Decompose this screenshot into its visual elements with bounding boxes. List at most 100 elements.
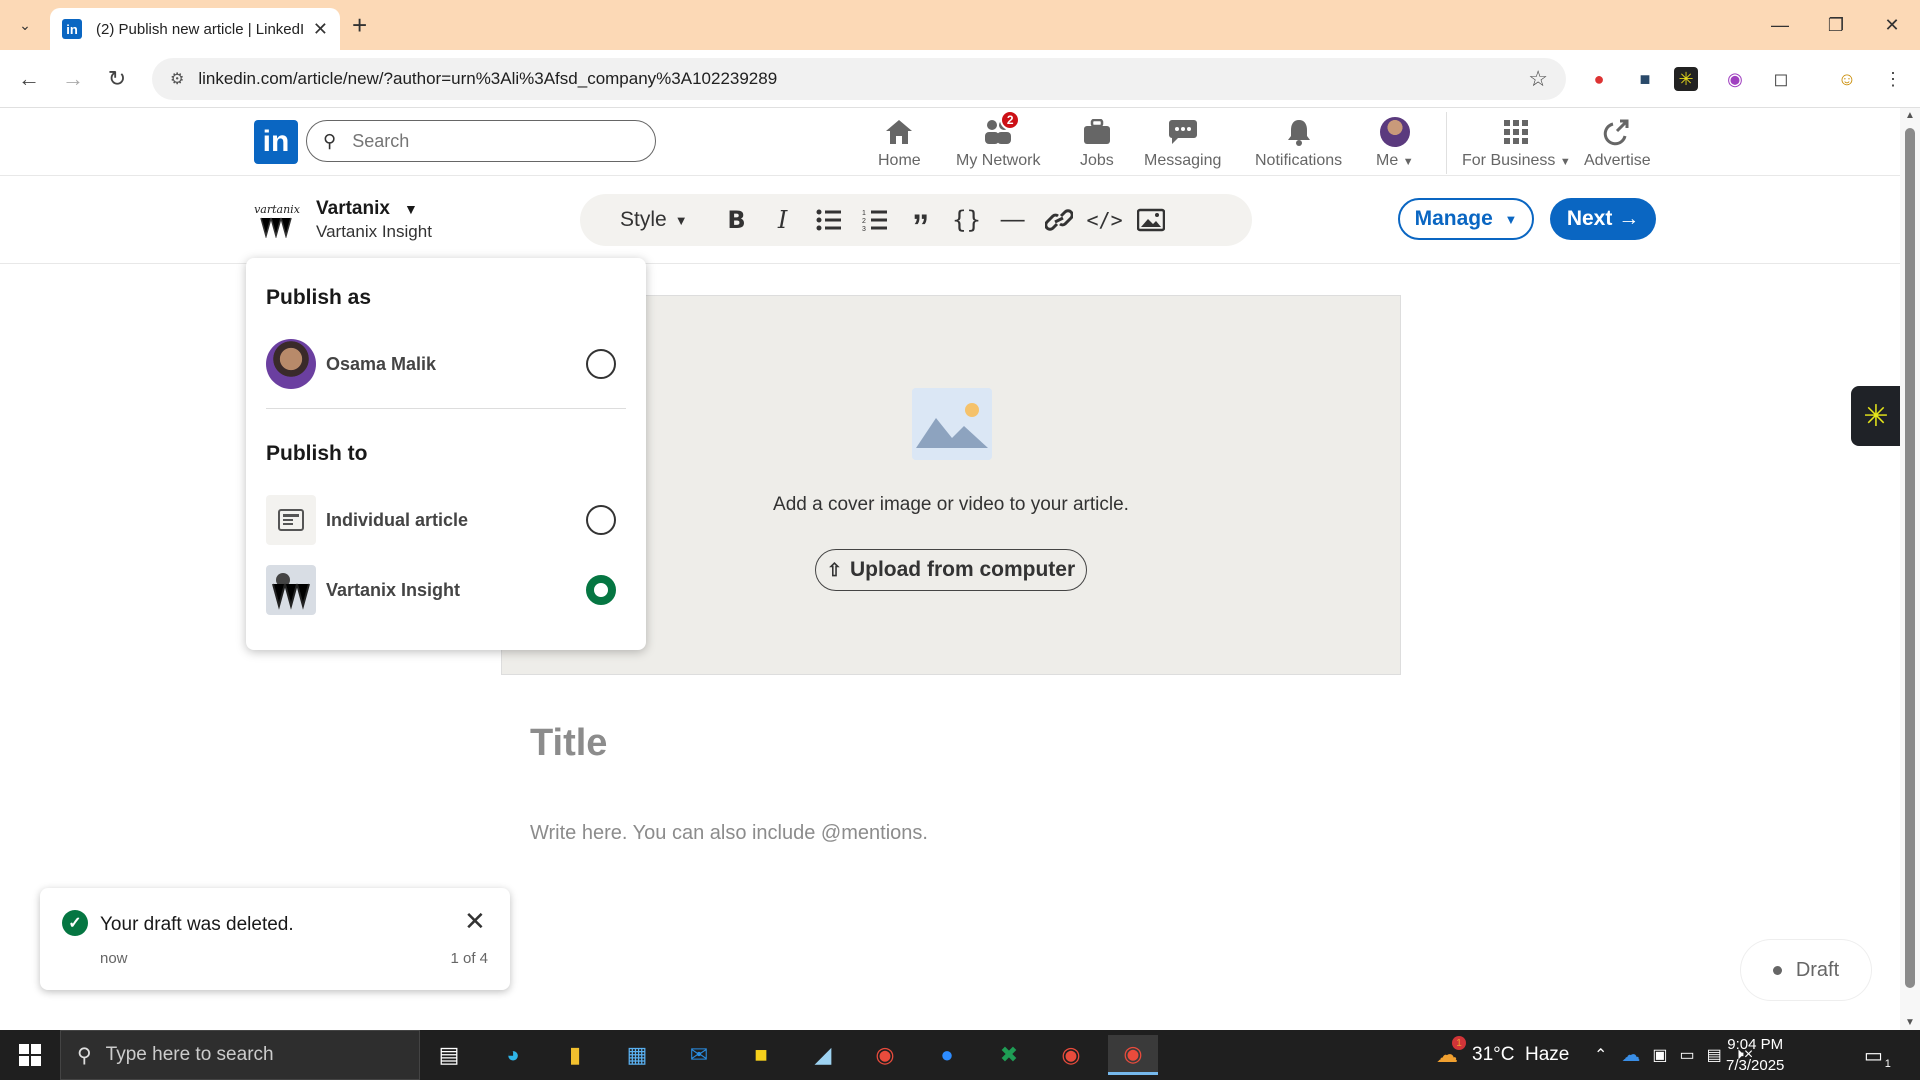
extensions-puzzle-icon[interactable]: ◻ — [1766, 64, 1796, 94]
clock-time: 9:04 PM — [1727, 1036, 1784, 1053]
extension-asterisk-icon[interactable]: ✳ — [1674, 67, 1698, 91]
windows-start-icon[interactable] — [0, 1030, 60, 1080]
toast-close-icon[interactable]: ✕ — [464, 906, 486, 937]
article-title-input[interactable]: Title — [530, 722, 607, 765]
edge-browser-icon[interactable]: ◕ — [488, 1035, 538, 1075]
back-arrow-icon[interactable]: ← — [14, 64, 44, 94]
show-hidden-icons-chevron-icon[interactable]: ⌃ — [1594, 1045, 1607, 1065]
radio-unselected-icon[interactable] — [586, 505, 616, 535]
tab-close-icon[interactable]: ✕ — [313, 19, 328, 40]
chrome-active-icon[interactable]: ◉ — [1108, 1035, 1158, 1075]
numbered-list-icon[interactable]: 123 — [852, 200, 898, 240]
author-selector[interactable]: vartanix Vartanix ▼ Vartanix Insight — [250, 198, 432, 242]
nav-home[interactable]: Home — [878, 116, 921, 170]
publish-as-user-option[interactable]: Osama Malik — [266, 338, 626, 390]
linkedin-header: in ⚲ Home 2 My Network Jobs Messaging No… — [0, 108, 1900, 176]
quote-icon[interactable]: ” — [898, 200, 944, 246]
company-page-option[interactable]: Vartanix Insight — [266, 564, 626, 616]
search-box[interactable]: ⚲ — [306, 120, 656, 162]
bookmark-star-icon[interactable]: ☆ — [1528, 66, 1548, 92]
battery-icon[interactable]: ▭ — [1680, 1045, 1695, 1065]
upload-from-computer-button[interactable]: ⇧ Upload from computer — [815, 549, 1087, 591]
extension-pokeball-icon[interactable]: ● — [1584, 64, 1614, 94]
next-button[interactable]: Next → — [1550, 198, 1656, 240]
network-icon[interactable]: ▤ — [1707, 1045, 1722, 1065]
notification-center-icon[interactable]: ▭ 1 — [1864, 1030, 1891, 1080]
radio-unselected-icon[interactable] — [586, 349, 616, 379]
style-dropdown[interactable]: Style ▼ — [620, 208, 688, 232]
embed-code-icon[interactable]: </> — [1082, 200, 1128, 240]
sticky-notes-icon[interactable]: ■ — [736, 1035, 786, 1075]
article-body-input[interactable]: Write here. You can also include @mentio… — [530, 822, 928, 845]
restore-icon[interactable]: ❐ — [1808, 0, 1864, 50]
toast-time: now — [100, 950, 128, 967]
meet-now-icon[interactable]: ▣ — [1652, 1045, 1667, 1065]
system-clock[interactable]: 9:04 PM 7/3/2025 — [1726, 1034, 1784, 1076]
chrome-profile-icon[interactable]: ◉ — [1046, 1035, 1096, 1075]
microsoft-store-icon[interactable]: ▦ — [612, 1035, 662, 1075]
company-logo-icon: vartanix — [250, 202, 304, 238]
minimize-icon[interactable]: — — [1752, 0, 1808, 50]
nav-for-business[interactable]: For Business ▼ — [1462, 116, 1571, 170]
scrollbar-thumb[interactable] — [1905, 128, 1915, 988]
advertise-icon — [1601, 116, 1633, 148]
code-braces-icon[interactable]: {} — [944, 200, 990, 240]
extension-color-icon[interactable]: ◉ — [1720, 64, 1750, 94]
extension-folder-icon[interactable]: ■ — [1630, 64, 1660, 94]
radio-selected-icon[interactable] — [586, 575, 616, 605]
scroll-up-icon[interactable]: ▲ — [1900, 110, 1920, 121]
nav-advertise[interactable]: Advertise — [1584, 116, 1651, 170]
task-view-icon[interactable]: ▤ — [424, 1035, 474, 1075]
address-bar[interactable]: ⚙ linkedin.com/article/new/?author=urn%3… — [152, 58, 1566, 100]
taskbar-search[interactable]: ⚲ Type here to search — [60, 1030, 420, 1080]
italic-icon[interactable]: I — [760, 200, 806, 240]
mail-icon[interactable]: ✉ — [674, 1035, 724, 1075]
browser-tab-active[interactable]: in (2) Publish new article | LinkedIn ✕ — [50, 8, 340, 50]
chrome-icon[interactable]: ◉ — [860, 1035, 910, 1075]
browser-tab-strip: ⌄ in (2) Publish new article | LinkedIn … — [0, 0, 1920, 50]
app-icon[interactable]: ◢ — [798, 1035, 848, 1075]
tab-search-chevron-icon[interactable]: ⌄ — [10, 10, 40, 40]
browser-menu-icon[interactable]: ⋮ — [1878, 64, 1908, 94]
dropdown-divider — [266, 408, 626, 409]
new-tab-plus-icon[interactable]: + — [352, 10, 367, 40]
forward-arrow-icon[interactable]: → — [58, 64, 88, 94]
caret-down-icon: ▼ — [1504, 211, 1518, 227]
site-info-icon[interactable]: ⚙ — [170, 69, 184, 89]
manage-button[interactable]: Manage ▼ — [1398, 198, 1534, 240]
profile-icon[interactable]: ☺ — [1832, 64, 1862, 94]
caret-down-icon: ▼ — [403, 201, 418, 217]
nav-notifications[interactable]: Notifications — [1255, 116, 1342, 170]
nav-my-network[interactable]: 2 My Network — [956, 110, 1040, 170]
bulleted-list-icon[interactable] — [806, 200, 852, 240]
search-input[interactable] — [352, 130, 613, 152]
page-scrollbar[interactable]: ▲ ▼ — [1900, 108, 1920, 1030]
extension-side-widget-icon[interactable]: ✳ — [1851, 386, 1901, 446]
header-divider — [1446, 112, 1447, 174]
draft-deleted-toast: ✓ Your draft was deleted. ✕ now 1 of 4 — [40, 888, 510, 990]
excel-icon[interactable]: ✖ — [984, 1035, 1034, 1075]
nav-messaging[interactable]: Messaging — [1144, 116, 1221, 170]
individual-article-option[interactable]: Individual article — [266, 494, 626, 546]
zoom-icon[interactable]: ● — [922, 1035, 972, 1075]
link-icon[interactable] — [1036, 200, 1082, 240]
divider-line-icon[interactable]: — — [990, 200, 1036, 240]
onedrive-cloud-icon[interactable]: ☁ — [1621, 1044, 1640, 1067]
reload-icon[interactable]: ↻ — [102, 64, 132, 94]
notification-count: 1 — [1884, 1057, 1891, 1070]
window-close-icon[interactable]: ✕ — [1864, 0, 1920, 50]
company-logo-icon — [266, 565, 316, 615]
file-explorer-icon[interactable]: ▮ — [550, 1035, 600, 1075]
publish-to-heading: Publish to — [266, 442, 368, 465]
scroll-down-icon[interactable]: ▼ — [1900, 1017, 1920, 1028]
image-icon[interactable] — [1128, 200, 1174, 240]
bold-icon[interactable]: B — [714, 200, 760, 240]
formatting-toolbar: Style ▼ B I 123 ” {} — </> — [580, 194, 1252, 246]
svg-text:3: 3 — [862, 226, 866, 232]
linkedin-logo-icon[interactable]: in — [254, 120, 298, 164]
weather-widget[interactable]: ☁ 1 31°C Haze — [1436, 1030, 1569, 1080]
svg-text:1: 1 — [862, 210, 866, 217]
nav-me[interactable]: Me ▼ — [1376, 116, 1414, 170]
taskbar-search-placeholder: Type here to search — [105, 1044, 274, 1065]
nav-jobs[interactable]: Jobs — [1080, 116, 1114, 170]
